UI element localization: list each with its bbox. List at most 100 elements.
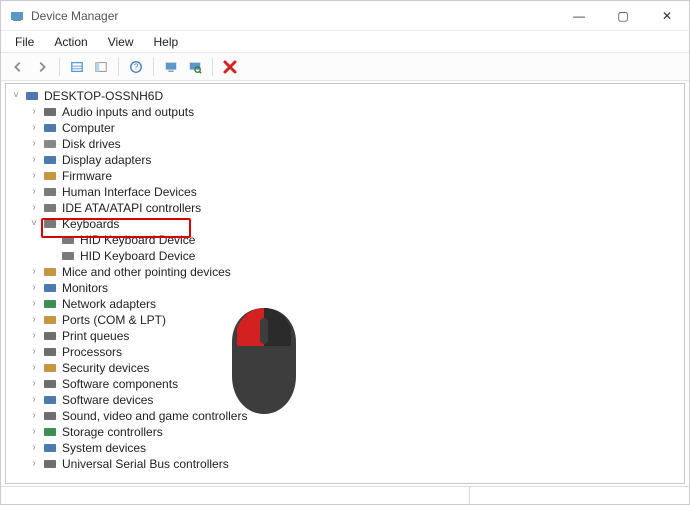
component-icon <box>42 377 58 391</box>
scan-button[interactable] <box>184 56 206 78</box>
keyboard-icon <box>60 249 76 263</box>
tree-category[interactable]: Network adapters <box>10 296 680 312</box>
speaker-icon <box>42 409 58 423</box>
tree-category[interactable]: Ports (COM & LPT) <box>10 312 680 328</box>
menu-action[interactable]: Action <box>44 33 97 51</box>
disk-icon <box>42 137 58 151</box>
tree-category[interactable]: Audio inputs and outputs <box>10 104 680 120</box>
category-label: Sound, video and game controllers <box>62 408 247 424</box>
category-label: Mice and other pointing devices <box>62 264 231 280</box>
menu-help[interactable]: Help <box>144 33 189 51</box>
app-icon <box>9 8 25 24</box>
minimize-button[interactable]: — <box>557 1 601 31</box>
category-label: Audio inputs and outputs <box>62 104 194 120</box>
svg-text:?: ? <box>134 62 139 71</box>
separator <box>118 58 119 76</box>
separator <box>59 58 60 76</box>
chevron-right-icon[interactable] <box>28 424 40 440</box>
category-label: Software components <box>62 376 178 392</box>
monitor-icon <box>42 121 58 135</box>
toolbar: ? <box>1 53 689 81</box>
chevron-right-icon[interactable] <box>28 184 40 200</box>
console-tree-button[interactable] <box>90 56 112 78</box>
tree-category[interactable]: Sound, video and game controllers <box>10 408 680 424</box>
tree-category[interactable]: Monitors <box>10 280 680 296</box>
category-label: Processors <box>62 344 122 360</box>
tree-root-node[interactable]: DESKTOP-OSSNH6D <box>10 88 680 104</box>
chevron-right-icon[interactable] <box>28 376 40 392</box>
menu-file[interactable]: File <box>5 33 44 51</box>
tree-category[interactable]: Security devices <box>10 360 680 376</box>
tree-category[interactable]: Software components <box>10 376 680 392</box>
tree-category[interactable]: Display adapters <box>10 152 680 168</box>
device-label: HID Keyboard Device <box>80 248 195 264</box>
tree-device[interactable]: HID Keyboard Device <box>10 248 680 264</box>
chevron-right-icon[interactable] <box>28 328 40 344</box>
tree-category[interactable]: Universal Serial Bus controllers <box>10 456 680 472</box>
separator <box>212 58 213 76</box>
tree-device[interactable]: HID Keyboard Device <box>10 232 680 248</box>
category-label: Firmware <box>62 168 112 184</box>
window-controls: — ▢ ✕ <box>557 1 689 31</box>
chevron-right-icon[interactable] <box>28 200 40 216</box>
category-label: Software devices <box>62 392 153 408</box>
window-title: Device Manager <box>31 9 557 23</box>
help-button[interactable]: ? <box>125 56 147 78</box>
display-adapter-icon <box>42 153 58 167</box>
chevron-right-icon[interactable] <box>28 360 40 376</box>
maximize-button[interactable]: ▢ <box>601 1 645 31</box>
device-label: HID Keyboard Device <box>80 232 195 248</box>
tree-category[interactable]: Disk drives <box>10 136 680 152</box>
chevron-right-icon[interactable] <box>28 168 40 184</box>
back-button[interactable] <box>7 56 29 78</box>
tree-category[interactable]: Computer <box>10 120 680 136</box>
tree-category[interactable]: Processors <box>10 344 680 360</box>
category-label: Network adapters <box>62 296 156 312</box>
chevron-right-icon[interactable] <box>28 104 40 120</box>
chevron-right-icon[interactable] <box>28 440 40 456</box>
chevron-right-icon[interactable] <box>28 264 40 280</box>
tree-category[interactable]: IDE ATA/ATAPI controllers <box>10 200 680 216</box>
ata-icon <box>42 201 58 215</box>
chevron-right-icon[interactable] <box>28 456 40 472</box>
mouse-icon <box>42 265 58 279</box>
show-hidden-button[interactable] <box>66 56 88 78</box>
tree-category[interactable]: Firmware <box>10 168 680 184</box>
chevron-right-icon[interactable] <box>28 312 40 328</box>
root-label: DESKTOP-OSSNH6D <box>44 88 163 104</box>
delete-button[interactable] <box>219 56 241 78</box>
separator <box>153 58 154 76</box>
chevron-right-icon[interactable] <box>28 152 40 168</box>
computer-view-button[interactable] <box>160 56 182 78</box>
chevron-right-icon[interactable] <box>28 392 40 408</box>
category-label: Display adapters <box>62 152 151 168</box>
chevron-right-icon[interactable] <box>28 120 40 136</box>
forward-button[interactable] <box>31 56 53 78</box>
chevron-right-icon[interactable] <box>28 344 40 360</box>
device-tree[interactable]: DESKTOP-OSSNH6DAudio inputs and outputsC… <box>5 83 685 484</box>
chevron-right-icon[interactable] <box>28 136 40 152</box>
chevron-right-icon[interactable] <box>28 296 40 312</box>
tree-category[interactable]: Mice and other pointing devices <box>10 264 680 280</box>
menu-view[interactable]: View <box>98 33 144 51</box>
chevron-down-icon[interactable] <box>10 88 22 104</box>
tree-category[interactable]: System devices <box>10 440 680 456</box>
tree-category[interactable]: Software devices <box>10 392 680 408</box>
category-label: Security devices <box>62 360 149 376</box>
chevron-down-icon[interactable] <box>28 216 40 232</box>
chip-icon <box>42 169 58 183</box>
tree-category[interactable]: Storage controllers <box>10 424 680 440</box>
computer-root-icon <box>24 89 40 103</box>
port-icon <box>42 313 58 327</box>
tree-category[interactable]: Print queues <box>10 328 680 344</box>
tree-category[interactable]: Keyboards <box>10 216 680 232</box>
usb-icon <box>42 457 58 471</box>
chevron-right-icon[interactable] <box>28 408 40 424</box>
tree-category[interactable]: Human Interface Devices <box>10 184 680 200</box>
close-button[interactable]: ✕ <box>645 1 689 31</box>
chevron-right-icon[interactable] <box>28 280 40 296</box>
keyboard-icon <box>60 233 76 247</box>
cpu-icon <box>42 345 58 359</box>
menu-bar: File Action View Help <box>1 31 689 53</box>
category-label: Computer <box>62 120 115 136</box>
